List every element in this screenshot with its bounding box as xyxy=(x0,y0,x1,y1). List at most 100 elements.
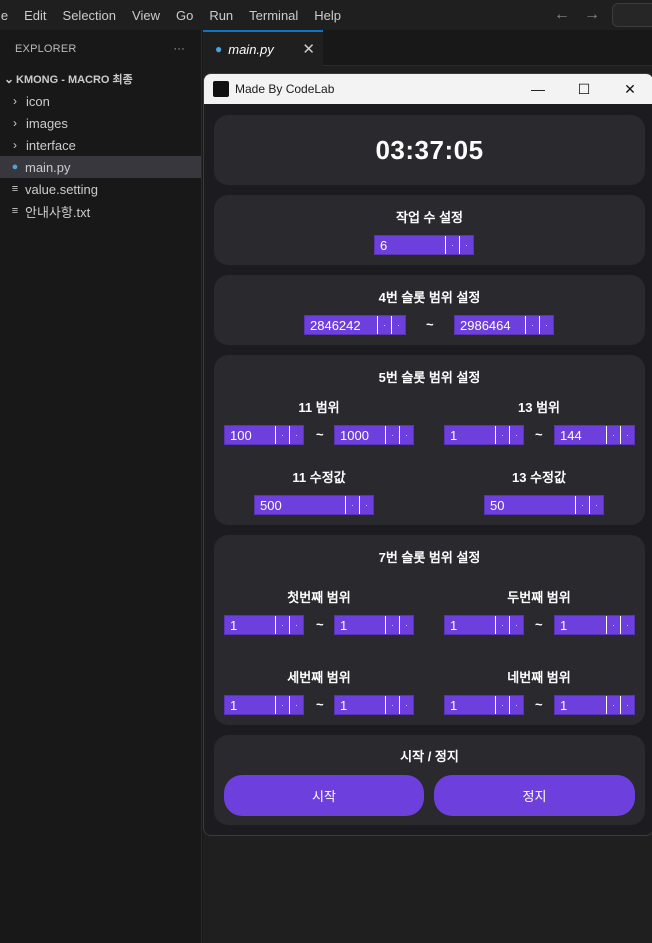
range1-to-spinbox[interactable]: 1 · · xyxy=(334,615,414,635)
spinbox-value: 1 xyxy=(230,617,238,633)
forward-arrow-icon[interactable]: → xyxy=(584,6,600,24)
spin-down-button[interactable]: · xyxy=(275,426,289,444)
fix11-spinbox[interactable]: 500 · · xyxy=(254,495,374,515)
menu-selection[interactable]: Selection xyxy=(55,8,124,23)
spin-down-button[interactable]: · xyxy=(606,616,620,634)
stop-button[interactable]: 정지 xyxy=(434,775,635,816)
fix13-spinbox[interactable]: 50 · · xyxy=(484,495,604,515)
spin-up-button[interactable]: · xyxy=(539,316,553,334)
range2-from-spinbox[interactable]: 1 · · xyxy=(444,615,524,635)
range13-label: 13 범위 xyxy=(518,400,560,415)
spin-up-button[interactable]: · xyxy=(289,426,303,444)
spin-down-button[interactable]: · xyxy=(575,496,589,514)
range11-to-spinbox[interactable]: 1000 · · xyxy=(334,425,414,445)
range1-from-spinbox[interactable]: 1 · · xyxy=(224,615,304,635)
control-title: 시작 / 정지 xyxy=(400,749,459,764)
spin-up-button[interactable]: · xyxy=(620,426,634,444)
menu-help[interactable]: Help xyxy=(306,8,349,23)
tree-item-images[interactable]: › images xyxy=(0,112,201,134)
clock-display: 03:37:05 xyxy=(375,135,484,165)
text-file-icon: ≡ xyxy=(11,205,19,217)
spin-up-button[interactable]: · xyxy=(589,496,603,514)
back-arrow-icon[interactable]: ← xyxy=(554,6,570,24)
chevron-down-icon: ⌄ xyxy=(3,72,15,86)
range11-from-spinbox[interactable]: 100 · · xyxy=(224,425,304,445)
range3-to-spinbox[interactable]: 1 · · xyxy=(334,695,414,715)
spin-down-button[interactable]: · xyxy=(275,616,289,634)
slot4-to-spinbox[interactable]: 2986464 · · xyxy=(454,315,554,335)
spinbox-value: 1 xyxy=(560,617,568,633)
spin-down-button[interactable]: · xyxy=(377,316,391,334)
spin-down-button[interactable]: · xyxy=(445,236,459,254)
menu-view[interactable]: View xyxy=(124,8,168,23)
spin-up-button[interactable]: · xyxy=(509,616,523,634)
tree-item-icon[interactable]: › icon xyxy=(0,90,201,112)
menu-file[interactable]: le xyxy=(0,8,16,23)
start-button[interactable]: 시작 xyxy=(224,775,424,816)
spin-down-button[interactable]: · xyxy=(525,316,539,334)
explorer-sidebar: EXPLORER ··· ⌄ KMONG - MACRO 최종 › icon ›… xyxy=(0,30,202,943)
spinbox-value: 1 xyxy=(450,617,458,633)
spin-up-button[interactable]: · xyxy=(509,426,523,444)
spinbox-value: 6 xyxy=(380,237,388,253)
app-title-bar: Made By CodeLab — ☐ ✕ xyxy=(204,74,652,104)
workspace-root[interactable]: ⌄ KMONG - MACRO 최종 xyxy=(0,68,201,90)
range4-from-spinbox[interactable]: 1 · · xyxy=(444,695,524,715)
range-separator: ~ xyxy=(316,697,324,712)
more-actions-icon[interactable]: ··· xyxy=(173,43,185,55)
spin-up-button[interactable]: · xyxy=(399,696,413,714)
close-icon[interactable]: ✕ xyxy=(607,74,652,104)
spin-up-button[interactable]: · xyxy=(359,496,373,514)
spin-down-button[interactable]: · xyxy=(495,696,509,714)
spinbox-value: 1 xyxy=(340,617,348,633)
spinbox-value: 1000 xyxy=(340,427,369,443)
spin-down-button[interactable]: · xyxy=(606,426,620,444)
tree-item-interface[interactable]: › interface xyxy=(0,134,201,156)
spin-up-button[interactable]: · xyxy=(399,426,413,444)
spin-up-button[interactable]: · xyxy=(620,696,634,714)
command-center-box[interactable] xyxy=(612,3,652,27)
work-count-spinbox[interactable]: 6 · · xyxy=(374,235,474,255)
spin-down-button[interactable]: · xyxy=(275,696,289,714)
spin-up-button[interactable]: · xyxy=(459,236,473,254)
work-count-title: 작업 수 설정 xyxy=(395,210,464,225)
spin-up-button[interactable]: · xyxy=(289,616,303,634)
range13-to-spinbox[interactable]: 144 · · xyxy=(554,425,635,445)
slot4-from-spinbox[interactable]: 2846242 · · xyxy=(304,315,406,335)
spin-up-button[interactable]: · xyxy=(620,616,634,634)
slot4-panel: 4번 슬롯 범위 설정 2846242 · · ~ 2986464 · · xyxy=(214,275,645,345)
tree-item-notice-txt[interactable]: ≡ 안내사항.txt xyxy=(0,200,201,222)
spin-down-button[interactable]: · xyxy=(606,696,620,714)
spin-down-button[interactable]: · xyxy=(495,616,509,634)
range3-from-spinbox[interactable]: 1 · · xyxy=(224,695,304,715)
range2-label: 두번째 범위 xyxy=(507,590,571,605)
spin-up-button[interactable]: · xyxy=(289,696,303,714)
close-icon[interactable]: ✕ xyxy=(302,40,315,58)
spin-down-button[interactable]: · xyxy=(385,616,399,634)
spin-up-button[interactable]: · xyxy=(391,316,405,334)
menu-go[interactable]: Go xyxy=(168,8,201,23)
minimize-icon[interactable]: — xyxy=(515,74,561,104)
range4-to-spinbox[interactable]: 1 · · xyxy=(554,695,635,715)
menu-edit[interactable]: Edit xyxy=(16,8,54,23)
menu-terminal[interactable]: Terminal xyxy=(241,8,306,23)
tree-item-main-py[interactable]: ● main.py xyxy=(0,156,201,178)
app-logo-icon xyxy=(213,81,229,97)
menu-run[interactable]: Run xyxy=(201,8,241,23)
tab-main-py[interactable]: ● main.py ✕ xyxy=(203,30,323,66)
tree-item-label: icon xyxy=(26,93,50,109)
fix13-label: 13 수정값 xyxy=(512,470,566,485)
spin-up-button[interactable]: · xyxy=(399,616,413,634)
range2-to-spinbox[interactable]: 1 · · xyxy=(554,615,635,635)
range4-label: 네번째 범위 xyxy=(507,670,571,685)
explorer-header: EXPLORER ··· xyxy=(0,30,201,68)
range13-from-spinbox[interactable]: 1 · · xyxy=(444,425,524,445)
spin-down-button[interactable]: · xyxy=(385,426,399,444)
spin-down-button[interactable]: · xyxy=(385,696,399,714)
spin-down-button[interactable]: · xyxy=(345,496,359,514)
spin-down-button[interactable]: · xyxy=(495,426,509,444)
slot5-panel: 5번 슬롯 범위 설정 11 범위 13 범위 100 · · ~ 1000 ·… xyxy=(214,355,645,525)
spin-up-button[interactable]: · xyxy=(509,696,523,714)
maximize-icon[interactable]: ☐ xyxy=(561,74,607,104)
tree-item-value-setting[interactable]: ≡ value.setting xyxy=(0,178,201,200)
